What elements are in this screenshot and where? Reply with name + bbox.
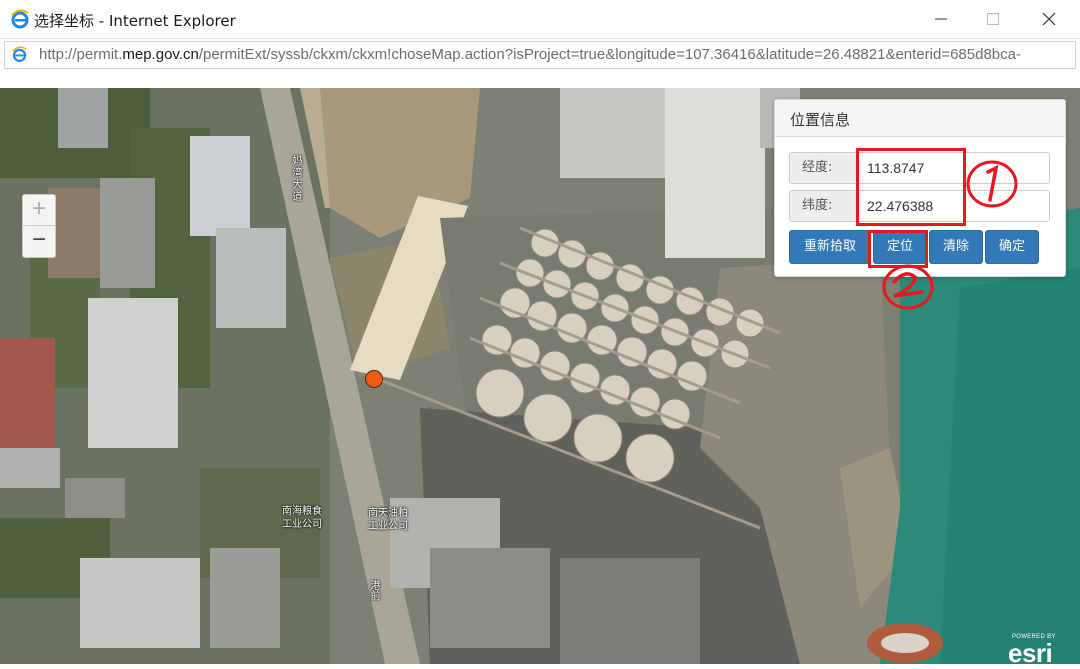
annotation-circled-two-icon bbox=[882, 264, 934, 310]
panel-title: 位置信息 bbox=[790, 111, 851, 129]
close-icon bbox=[1042, 12, 1056, 26]
clear-button[interactable]: 清除 bbox=[929, 230, 983, 264]
minimize-icon bbox=[935, 18, 947, 20]
latitude-label: 纬度: bbox=[789, 190, 861, 222]
map-label-company1-line2: 工业公司 bbox=[282, 519, 322, 530]
close-button[interactable] bbox=[1026, 0, 1072, 38]
longitude-label: 经度: bbox=[789, 152, 861, 184]
address-bar: http://permit.mep.gov.cn/permitExt/syssb… bbox=[0, 39, 1080, 71]
zoom-out-button[interactable]: − bbox=[23, 226, 55, 256]
internet-explorer-page-icon bbox=[12, 46, 27, 62]
panel-header: 位置信息 bbox=[775, 100, 1065, 137]
esri-logo: esri bbox=[1008, 638, 1053, 668]
annotation-circled-one-icon bbox=[966, 160, 1018, 208]
url-field[interactable]: http://permit.mep.gov.cn/permitExt/syssb… bbox=[4, 41, 1076, 69]
maximize-icon bbox=[987, 13, 999, 25]
location-marker[interactable] bbox=[365, 370, 383, 388]
url-text: http://permit.mep.gov.cn/permitExt/syssb… bbox=[39, 46, 1021, 63]
zoom-in-button[interactable]: + bbox=[23, 195, 55, 226]
map-label-road2: 港前 bbox=[368, 580, 379, 600]
annotation-box-coordinates bbox=[856, 148, 966, 226]
confirm-button[interactable]: 确定 bbox=[985, 230, 1039, 264]
map-label-road: 妈湾大道 bbox=[290, 155, 301, 203]
title-bar: 选择坐标 - Internet Explorer bbox=[0, 0, 1080, 39]
zoom-control: + − bbox=[22, 194, 56, 258]
maximize-button[interactable] bbox=[970, 0, 1016, 38]
esri-attribution: POWERED BY esri bbox=[1004, 632, 1072, 668]
internet-explorer-icon bbox=[11, 9, 29, 29]
minimize-button[interactable] bbox=[918, 0, 964, 38]
repick-button[interactable]: 重新拾取 bbox=[789, 230, 871, 264]
window-title: 选择坐标 - Internet Explorer bbox=[34, 12, 236, 30]
map-label-company2-line2: 工业公司 bbox=[368, 521, 408, 532]
